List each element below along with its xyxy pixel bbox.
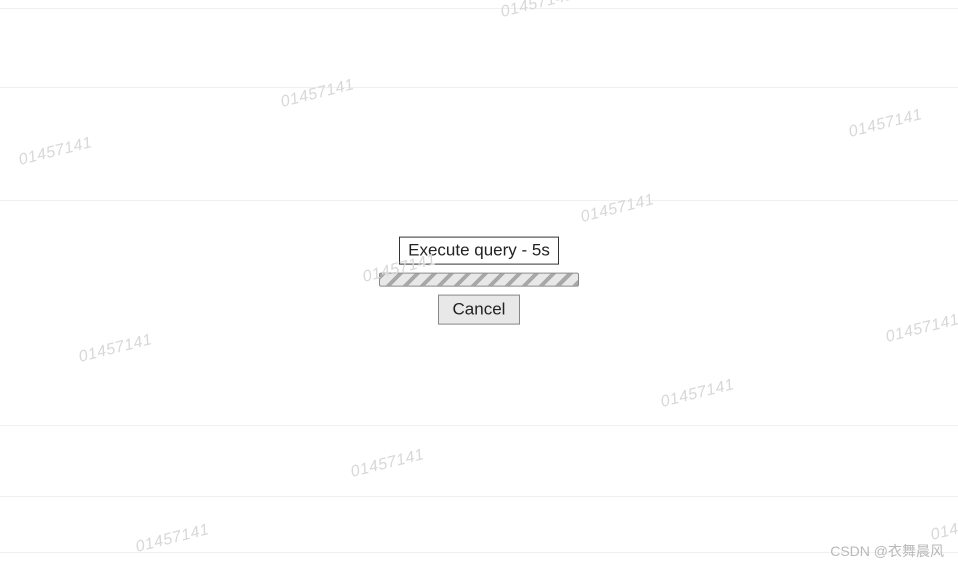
horizontal-line (0, 8, 958, 9)
horizontal-line (0, 425, 958, 426)
progress-bar (379, 272, 579, 286)
status-label: Execute query - 5s (399, 236, 559, 264)
horizontal-line (0, 200, 958, 201)
horizontal-line (0, 552, 958, 553)
progress-dialog: Execute query - 5s Cancel (379, 236, 579, 324)
attribution-text: CSDN @衣舞晨风 (830, 541, 944, 561)
horizontal-line (0, 496, 958, 497)
cancel-button[interactable]: Cancel (438, 294, 521, 324)
horizontal-line (0, 87, 958, 88)
